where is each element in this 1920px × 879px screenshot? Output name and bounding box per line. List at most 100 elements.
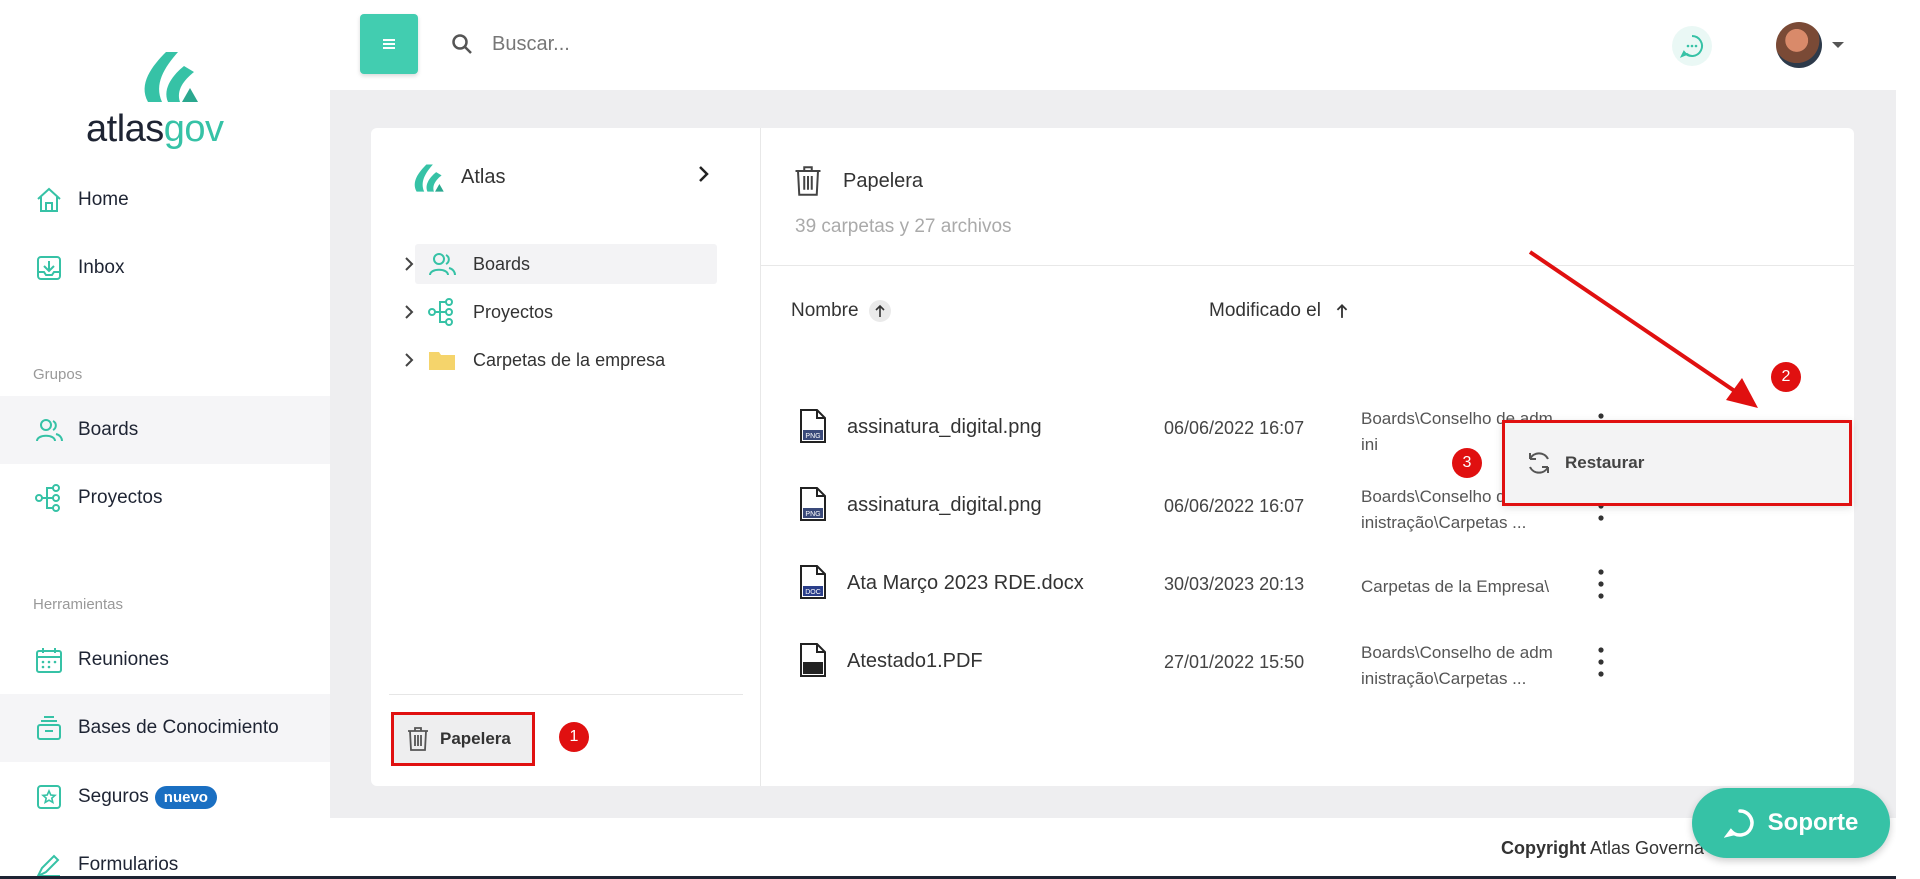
svg-text:DOC: DOC bbox=[805, 589, 821, 596]
file-name: assinatura_digital.png bbox=[847, 494, 1042, 516]
atlas-logo-icon bbox=[144, 52, 198, 102]
file-path: Carpetas de la Empresa\ bbox=[1361, 577, 1550, 596]
support-button[interactable]: Soporte bbox=[1692, 788, 1890, 858]
sidebar-item-formularios[interactable]: Formularios bbox=[0, 831, 330, 879]
folder-icon bbox=[429, 352, 455, 370]
png-file-icon: PNG bbox=[800, 409, 826, 443]
trash-button[interactable]: Papelera bbox=[391, 712, 535, 766]
trash-label: Papelera bbox=[440, 729, 511, 748]
sidebar-item-label: Formularios bbox=[78, 854, 179, 875]
more-vertical-icon[interactable] bbox=[1587, 644, 1615, 680]
tree-root-label: Atlas bbox=[461, 165, 506, 188]
sidebar-item-boards[interactable]: Boards bbox=[0, 396, 330, 464]
tree-item-carpetas[interactable]: Carpetas de la empresa bbox=[399, 340, 729, 380]
more-vertical-icon[interactable] bbox=[1587, 566, 1615, 602]
svg-text:PNG: PNG bbox=[805, 511, 820, 518]
trash-icon bbox=[795, 166, 821, 196]
avatar[interactable] bbox=[1776, 22, 1822, 68]
doc-file-icon: DOC bbox=[800, 565, 826, 599]
tree-item-proyectos[interactable]: Proyectos bbox=[399, 292, 729, 332]
column-header-label: Nombre bbox=[791, 300, 859, 321]
chevron-right-icon[interactable] bbox=[399, 254, 419, 274]
column-header-label: Modificado el bbox=[1209, 300, 1321, 321]
menu-toggle-button[interactable] bbox=[360, 14, 418, 74]
chevron-right-icon[interactable] bbox=[399, 350, 419, 370]
file-date: 06/06/2022 16:07 bbox=[1164, 418, 1305, 438]
tree-item-label: Proyectos bbox=[473, 301, 554, 322]
atlas-logo-icon bbox=[414, 164, 444, 192]
table-row[interactable]: DOC Ata Março 2023 RDE.docx 30/03/2023 2… bbox=[761, 546, 1854, 624]
copyright-text: Copyright Atlas Governa bbox=[1501, 838, 1705, 858]
divider bbox=[389, 694, 743, 695]
trash-icon bbox=[408, 727, 428, 751]
sort-arrow-up-icon[interactable] bbox=[1335, 303, 1349, 319]
file-path: Boards\Conselho de adm inistração\Carpeta… bbox=[1361, 643, 1553, 688]
sidebar-item-label: Boards bbox=[78, 419, 139, 440]
chat-button[interactable] bbox=[1672, 26, 1712, 66]
safe-icon bbox=[37, 785, 61, 809]
column-header-name[interactable]: Nombre bbox=[791, 300, 891, 322]
tree-item-label: Carpetas de la empresa bbox=[473, 349, 666, 370]
annotation-badge-1: 1 bbox=[559, 722, 589, 752]
atlasgov-logo[interactable]: atlasgov bbox=[86, 44, 246, 154]
page-title-text: Papelera bbox=[843, 169, 924, 192]
restore-label: Restaurar bbox=[1565, 453, 1645, 472]
logo-text: atlasgov bbox=[86, 108, 224, 150]
search-input[interactable] bbox=[492, 26, 1092, 62]
column-header-modified[interactable]: Modificado el bbox=[1209, 300, 1349, 322]
file-date: 27/01/2022 15:50 bbox=[1164, 652, 1305, 672]
sidebar-item-inbox[interactable]: Inbox bbox=[0, 234, 330, 302]
annotation-arrow bbox=[1528, 250, 1758, 408]
hierarchy-icon bbox=[428, 298, 453, 326]
sidebar-item-label: Reuniones bbox=[78, 649, 169, 670]
file-date: 30/03/2023 20:13 bbox=[1164, 574, 1305, 594]
sidebar-item-bases[interactable]: Bases de Conocimiento bbox=[0, 694, 330, 762]
inbox-icon bbox=[37, 256, 61, 280]
hamburger-icon bbox=[383, 39, 395, 49]
sidebar-item-label: Bases de Conocimiento bbox=[78, 717, 279, 738]
users-icon bbox=[429, 253, 456, 276]
pen-icon bbox=[35, 854, 60, 879]
folder-tree-panel: Atlas Boards Proyectos Carpetas de la em… bbox=[371, 128, 761, 786]
chat-icon bbox=[1679, 35, 1703, 58]
new-badge: nuevo bbox=[154, 785, 217, 809]
file-name: Ata Março 2023 RDE.docx bbox=[847, 572, 1084, 594]
support-label: Soporte bbox=[1767, 809, 1859, 836]
selection-highlight bbox=[415, 244, 717, 284]
sidebar-item-seguros[interactable]: Seguros nuevo bbox=[0, 763, 330, 831]
chevron-down-icon[interactable] bbox=[1832, 42, 1844, 48]
pdf-file-icon bbox=[800, 643, 826, 677]
search-icon bbox=[452, 34, 472, 54]
scrollbar[interactable] bbox=[1896, 0, 1920, 879]
section-grupos: Grupos bbox=[33, 366, 83, 383]
svg-text:PNG: PNG bbox=[805, 433, 820, 440]
tree-root[interactable]: Atlas bbox=[409, 160, 505, 194]
stack-icon bbox=[37, 716, 61, 740]
file-name: Atestado1.PDF bbox=[847, 650, 983, 672]
refresh-icon bbox=[1529, 452, 1549, 474]
footer: Copyright Atlas Governa bbox=[330, 818, 1896, 879]
sidebar-item-home[interactable]: Home bbox=[0, 166, 330, 234]
sidebar-item-label: Proyectos bbox=[78, 487, 163, 508]
page-title: Papelera bbox=[793, 164, 923, 198]
tree-item-boards[interactable]: Boards bbox=[399, 244, 729, 284]
section-herramientas: Herramientas bbox=[33, 596, 124, 613]
sidebar-item-label: Seguros bbox=[78, 786, 149, 807]
users-icon bbox=[36, 419, 63, 442]
calendar-icon bbox=[36, 648, 62, 673]
hierarchy-icon bbox=[35, 484, 60, 512]
chevron-right-icon[interactable] bbox=[399, 302, 419, 322]
annotation-badge-3: 3 bbox=[1452, 448, 1482, 478]
sidebar: atlasgov Home Inbox Grupos Boards Proyec… bbox=[0, 0, 330, 879]
sidebar-item-reuniones[interactable]: Reuniones bbox=[0, 626, 330, 694]
home-icon bbox=[37, 187, 61, 212]
app: atlasgov Home Inbox Grupos Boards Proyec… bbox=[0, 0, 1896, 879]
restore-menu-item[interactable]: Restaurar bbox=[1502, 420, 1852, 506]
sidebar-item-label: Inbox bbox=[78, 257, 125, 278]
sidebar-item-label: Home bbox=[78, 189, 129, 210]
sidebar-item-proyectos[interactable]: Proyectos bbox=[0, 464, 330, 532]
item-count: 39 carpetas y 27 archivos bbox=[795, 216, 1012, 237]
chevron-right-icon[interactable] bbox=[693, 164, 713, 184]
sort-arrow-up-icon[interactable] bbox=[868, 300, 891, 322]
table-row[interactable]: Atestado1.PDF 27/01/2022 15:50 Boards\Co… bbox=[761, 624, 1854, 702]
